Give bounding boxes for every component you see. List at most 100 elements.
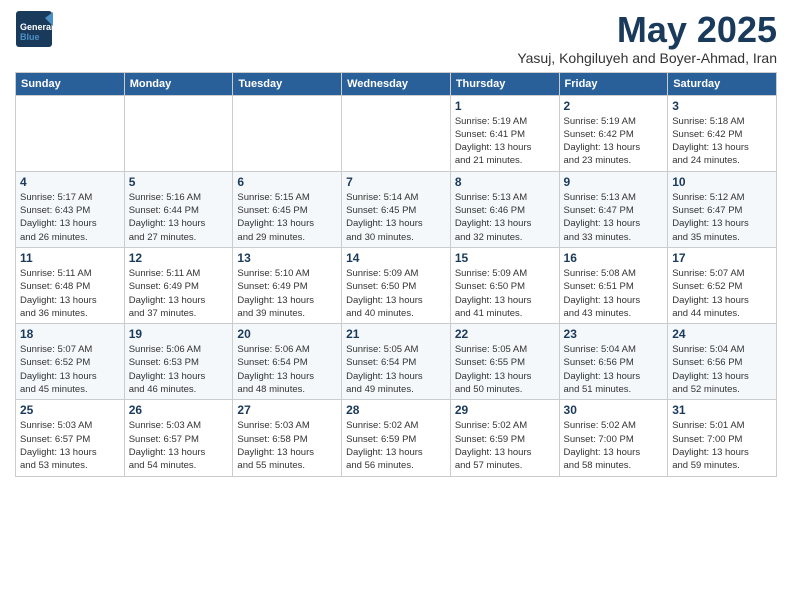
calendar-day-cell: 31 Sunrise: 5:01 AM Sunset: 7:00 PM Dayli… [668,400,777,476]
day-number: 24 [672,327,772,341]
day-number: 8 [455,175,555,189]
calendar-day-cell: 2Sunrise: 5:19 AM Sunset: 6:42 PM Daylig… [559,95,668,171]
calendar-day-cell: 30Sunrise: 5:02 AM Sunset: 7:00 PM Dayli… [559,400,668,476]
calendar-day-cell: 27Sunrise: 5:03 AM Sunset: 6:58 PM Dayli… [233,400,342,476]
day-number: 23 [564,327,664,341]
day-info: Sunrise: 5:06 AM Sunset: 6:54 PM Dayligh… [237,343,337,396]
calendar-day-cell [16,95,125,171]
day-info: Sunrise: 5:02 AM Sunset: 7:00 PM Dayligh… [564,419,664,472]
calendar-day-cell: 8 Sunrise: 5:13 AM Sunset: 6:46 PM Daylig… [450,171,559,247]
day-number: 18 [20,327,120,341]
day-number: 2 [564,99,664,113]
svg-text:General: General [20,22,53,32]
calendar-day-cell: 21Sunrise: 5:05 AM Sunset: 6:54 PM Dayli… [342,324,451,400]
day-info: Sunrise: 5:13 AM Sunset: 6:47 PM Dayligh… [564,191,664,244]
day-number: 13 [237,251,337,265]
day-info: Sunrise: 5:16 AM Sunset: 6:44 PM Dayligh… [129,191,229,244]
weekday-header: Thursday [450,72,559,95]
day-info: Sunrise: 5:13 AM Sunset: 6:46 PM Dayligh… [455,191,555,244]
day-number: 26 [129,403,229,417]
svg-text:Blue: Blue [20,32,40,42]
day-number: 31 [672,403,772,417]
day-info: Sunrise: 5:05 AM Sunset: 6:55 PM Dayligh… [455,343,555,396]
weekday-header: Tuesday [233,72,342,95]
day-number: 5 [129,175,229,189]
day-number: 22 [455,327,555,341]
day-number: 10 [672,175,772,189]
day-info: Sunrise: 5:19 AM Sunset: 6:41 PM Dayligh… [455,115,555,168]
calendar-day-cell [233,95,342,171]
weekday-header: Saturday [668,72,777,95]
day-number: 19 [129,327,229,341]
calendar-week-row: 18 Sunrise: 5:07 AM Sunset: 6:52 PM Dayli… [16,324,777,400]
calendar-day-cell: 15Sunrise: 5:09 AM Sunset: 6:50 PM Dayli… [450,247,559,323]
calendar-day-cell: 5 Sunrise: 5:16 AM Sunset: 6:44 PM Daylig… [124,171,233,247]
day-number: 3 [672,99,772,113]
day-number: 29 [455,403,555,417]
day-info: Sunrise: 5:03 AM Sunset: 6:57 PM Dayligh… [20,419,120,472]
day-info: Sunrise: 5:11 AM Sunset: 6:48 PM Dayligh… [20,267,120,320]
calendar-day-cell: 23Sunrise: 5:04 AM Sunset: 6:56 PM Dayli… [559,324,668,400]
day-number: 11 [20,251,120,265]
day-number: 6 [237,175,337,189]
calendar-day-cell: 17Sunrise: 5:07 AM Sunset: 6:52 PM Dayli… [668,247,777,323]
calendar-day-cell: 11 Sunrise: 5:11 AM Sunset: 6:48 PM Dayli… [16,247,125,323]
day-info: Sunrise: 5:04 AM Sunset: 6:56 PM Dayligh… [672,343,772,396]
logo-icon: General Blue [15,10,53,48]
day-number: 1 [455,99,555,113]
calendar-day-cell: 18 Sunrise: 5:07 AM Sunset: 6:52 PM Dayli… [16,324,125,400]
day-info: Sunrise: 5:09 AM Sunset: 6:50 PM Dayligh… [455,267,555,320]
day-info: Sunrise: 5:05 AM Sunset: 6:54 PM Dayligh… [346,343,446,396]
month-title: May 2025 [517,10,777,50]
title-area: May 2025 Yasuj, Kohgiluyeh and Boyer-Ahm… [517,10,777,66]
calendar-day-cell: 10 Sunrise: 5:12 AM Sunset: 6:47 PM Dayli… [668,171,777,247]
day-info: Sunrise: 5:12 AM Sunset: 6:47 PM Dayligh… [672,191,772,244]
weekday-header: Wednesday [342,72,451,95]
day-info: Sunrise: 5:01 AM Sunset: 7:00 PM Dayligh… [672,419,772,472]
calendar-day-cell: 1 Sunrise: 5:19 AM Sunset: 6:41 PM Daylig… [450,95,559,171]
calendar-day-cell [124,95,233,171]
day-number: 25 [20,403,120,417]
day-number: 9 [564,175,664,189]
calendar-day-cell: 24 Sunrise: 5:04 AM Sunset: 6:56 PM Dayli… [668,324,777,400]
day-info: Sunrise: 5:07 AM Sunset: 6:52 PM Dayligh… [20,343,120,396]
day-number: 27 [237,403,337,417]
calendar-day-cell: 16Sunrise: 5:08 AM Sunset: 6:51 PM Dayli… [559,247,668,323]
calendar-day-cell: 4 Sunrise: 5:17 AM Sunset: 6:43 PM Daylig… [16,171,125,247]
day-info: Sunrise: 5:17 AM Sunset: 6:43 PM Dayligh… [20,191,120,244]
day-info: Sunrise: 5:10 AM Sunset: 6:49 PM Dayligh… [237,267,337,320]
day-info: Sunrise: 5:14 AM Sunset: 6:45 PM Dayligh… [346,191,446,244]
header: General Blue May 2025 Yasuj, Kohgiluyeh … [15,10,777,66]
weekday-header: Friday [559,72,668,95]
calendar-week-row: 11 Sunrise: 5:11 AM Sunset: 6:48 PM Dayli… [16,247,777,323]
calendar-day-cell: 25 Sunrise: 5:03 AM Sunset: 6:57 PM Dayli… [16,400,125,476]
calendar-day-cell [342,95,451,171]
day-info: Sunrise: 5:09 AM Sunset: 6:50 PM Dayligh… [346,267,446,320]
day-info: Sunrise: 5:08 AM Sunset: 6:51 PM Dayligh… [564,267,664,320]
calendar-table: SundayMondayTuesdayWednesdayThursdayFrid… [15,72,777,477]
day-info: Sunrise: 5:07 AM Sunset: 6:52 PM Dayligh… [672,267,772,320]
day-number: 12 [129,251,229,265]
calendar-day-cell: 26 Sunrise: 5:03 AM Sunset: 6:57 PM Dayli… [124,400,233,476]
calendar-header-row: SundayMondayTuesdayWednesdayThursdayFrid… [16,72,777,95]
calendar-day-cell: 7Sunrise: 5:14 AM Sunset: 6:45 PM Daylig… [342,171,451,247]
calendar-day-cell: 9 Sunrise: 5:13 AM Sunset: 6:47 PM Daylig… [559,171,668,247]
location-subtitle: Yasuj, Kohgiluyeh and Boyer-Ahmad, Iran [517,50,777,66]
day-number: 28 [346,403,446,417]
day-info: Sunrise: 5:02 AM Sunset: 6:59 PM Dayligh… [346,419,446,472]
calendar-week-row: 25 Sunrise: 5:03 AM Sunset: 6:57 PM Dayli… [16,400,777,476]
calendar-day-cell: 12Sunrise: 5:11 AM Sunset: 6:49 PM Dayli… [124,247,233,323]
calendar-day-cell: 3 Sunrise: 5:18 AM Sunset: 6:42 PM Daylig… [668,95,777,171]
day-info: Sunrise: 5:02 AM Sunset: 6:59 PM Dayligh… [455,419,555,472]
calendar-day-cell: 14Sunrise: 5:09 AM Sunset: 6:50 PM Dayli… [342,247,451,323]
calendar-day-cell: 28 Sunrise: 5:02 AM Sunset: 6:59 PM Dayli… [342,400,451,476]
day-info: Sunrise: 5:15 AM Sunset: 6:45 PM Dayligh… [237,191,337,244]
day-info: Sunrise: 5:18 AM Sunset: 6:42 PM Dayligh… [672,115,772,168]
logo: General Blue [15,10,53,48]
day-number: 4 [20,175,120,189]
calendar-day-cell: 22 Sunrise: 5:05 AM Sunset: 6:55 PM Dayli… [450,324,559,400]
calendar-day-cell: 13 Sunrise: 5:10 AM Sunset: 6:49 PM Dayli… [233,247,342,323]
day-info: Sunrise: 5:03 AM Sunset: 6:57 PM Dayligh… [129,419,229,472]
day-number: 20 [237,327,337,341]
day-info: Sunrise: 5:06 AM Sunset: 6:53 PM Dayligh… [129,343,229,396]
